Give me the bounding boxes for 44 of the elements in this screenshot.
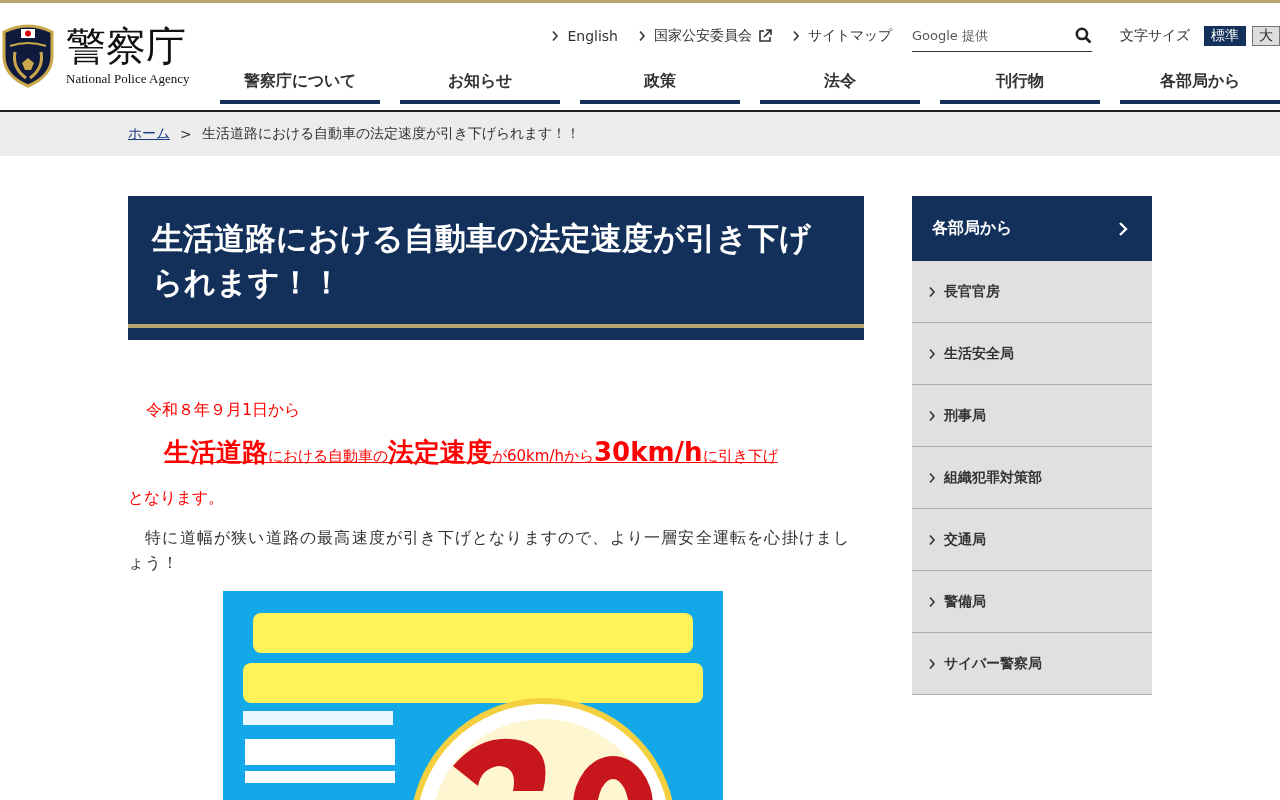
nav-tab[interactable]: 政策	[580, 65, 740, 104]
sidebar-item[interactable]: 交通局	[912, 509, 1152, 571]
header-link[interactable]: 国家公安委員会	[638, 27, 772, 45]
nav-tab[interactable]: 警察庁について	[220, 65, 380, 104]
sidebar-item[interactable]: 生活安全局	[912, 323, 1152, 385]
sidebar-item[interactable]: 組織犯罪対策部	[912, 447, 1152, 509]
text-size-label: 文字サイズ	[1120, 27, 1190, 45]
site-subtitle: National Police Agency	[66, 71, 190, 87]
chevron-right-icon	[1118, 220, 1128, 237]
chevron-right-icon	[928, 471, 936, 484]
search-field[interactable]: Google 提供	[912, 20, 1092, 52]
page-title: 生活道路における自動車の法定速度が引き下げられます！！	[152, 219, 812, 302]
sidebar-item[interactable]: 警備局	[912, 571, 1152, 633]
date-text: 令和８年９月1日から	[146, 400, 302, 421]
header-link[interactable]: English	[551, 28, 618, 44]
sidebar-item[interactable]: 長官官房	[912, 261, 1152, 323]
nav-tab[interactable]: 法令	[760, 65, 920, 104]
chevron-right-icon	[928, 347, 936, 360]
chevron-right-icon	[928, 409, 936, 422]
text-size-button[interactable]: 大	[1252, 26, 1280, 46]
chevron-right-icon	[638, 30, 646, 42]
external-link-icon	[758, 29, 772, 43]
header-link[interactable]: サイトマップ	[792, 27, 892, 45]
nav-tab[interactable]: 各部局から	[1120, 65, 1280, 104]
breadcrumb-separator: >	[180, 126, 192, 142]
chevron-right-icon	[928, 533, 936, 546]
sidebar-item[interactable]: サイバー警察局	[912, 633, 1152, 695]
chevron-right-icon	[928, 595, 936, 608]
nav-tab[interactable]: お知らせ	[400, 65, 560, 104]
breadcrumb-link[interactable]: ホーム	[128, 125, 170, 143]
chevron-right-icon	[792, 30, 800, 42]
nav-tab[interactable]: 刊行物	[940, 65, 1100, 104]
sidebar-header[interactable]: 各部局から	[912, 196, 1152, 261]
chevron-right-icon	[551, 30, 560, 42]
chevron-right-icon	[928, 285, 936, 298]
body-text: 特に道幅が狭い道路の最高速度が引き下げとなりますので、より一層安全運転を心掛けましょう！	[128, 527, 852, 574]
site-title: 警察庁	[66, 23, 187, 69]
text-size-button[interactable]: 標準	[1204, 26, 1246, 46]
sidebar-item[interactable]: 刑事局	[912, 385, 1152, 447]
sidebar-title: 各部局から	[932, 218, 1012, 239]
headline-end-text: となります。	[128, 488, 225, 509]
chevron-right-icon	[928, 657, 936, 670]
search-icon[interactable]	[1075, 27, 1092, 44]
breadcrumb-current: 生活道路における自動車の法定速度が引き下げられます！！	[201, 125, 580, 143]
